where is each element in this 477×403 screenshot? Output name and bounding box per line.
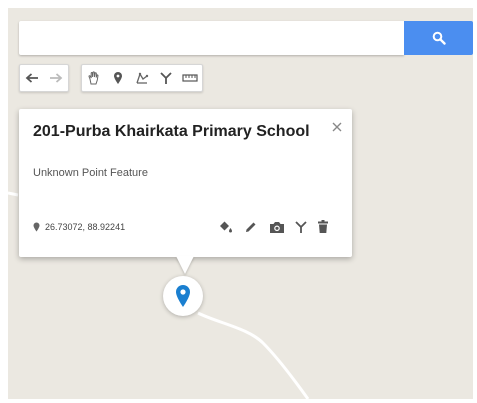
search-button[interactable] — [404, 21, 473, 55]
history-toolbar — [19, 64, 69, 92]
edit-icon — [246, 222, 256, 232]
style-button[interactable] — [215, 217, 235, 237]
style-icon — [220, 221, 232, 233]
route-button[interactable] — [154, 65, 178, 91]
hand-icon — [88, 71, 99, 85]
undo-button[interactable] — [20, 65, 44, 91]
search-box — [19, 21, 404, 55]
add-marker-button[interactable] — [106, 65, 130, 91]
close-button[interactable] — [329, 119, 345, 135]
card-pointer — [176, 256, 194, 274]
feature-info-card: 201-Purba Khairkata Primary School Unkno… — [19, 109, 352, 257]
redo-button[interactable] — [44, 65, 68, 91]
measure-button[interactable] — [178, 65, 202, 91]
delete-button[interactable] — [313, 217, 333, 237]
selected-marker[interactable] — [163, 276, 203, 316]
edit-button[interactable] — [241, 217, 261, 237]
coordinates-text: 26.73072, 88.92241 — [45, 222, 126, 232]
map-canvas[interactable]: 201-Purba Khairkata Primary School Unkno… — [8, 8, 473, 399]
directions-icon — [295, 221, 307, 233]
camera-button[interactable] — [267, 217, 287, 237]
tools-toolbar — [81, 64, 203, 92]
search-input[interactable] — [19, 21, 404, 55]
feature-title: 201-Purba Khairkata Primary School — [33, 123, 310, 140]
route-icon — [160, 72, 172, 84]
close-icon — [332, 122, 342, 132]
coordinates-row: 26.73072, 88.92241 — [33, 222, 125, 232]
feature-type: Unknown Point Feature — [33, 167, 148, 179]
draw-line-icon — [136, 72, 149, 84]
add-marker-icon — [114, 72, 122, 84]
measure-icon — [182, 74, 198, 82]
undo-icon — [25, 73, 38, 83]
draw-line-button[interactable] — [130, 65, 154, 91]
delete-icon — [318, 220, 328, 233]
select-hand-button[interactable] — [82, 65, 106, 91]
map-pin-icon — [176, 285, 190, 307]
camera-icon — [270, 222, 284, 233]
search-icon — [432, 31, 446, 45]
directions-button[interactable] — [291, 217, 311, 237]
redo-icon — [50, 73, 63, 83]
location-pin-icon — [33, 222, 40, 232]
